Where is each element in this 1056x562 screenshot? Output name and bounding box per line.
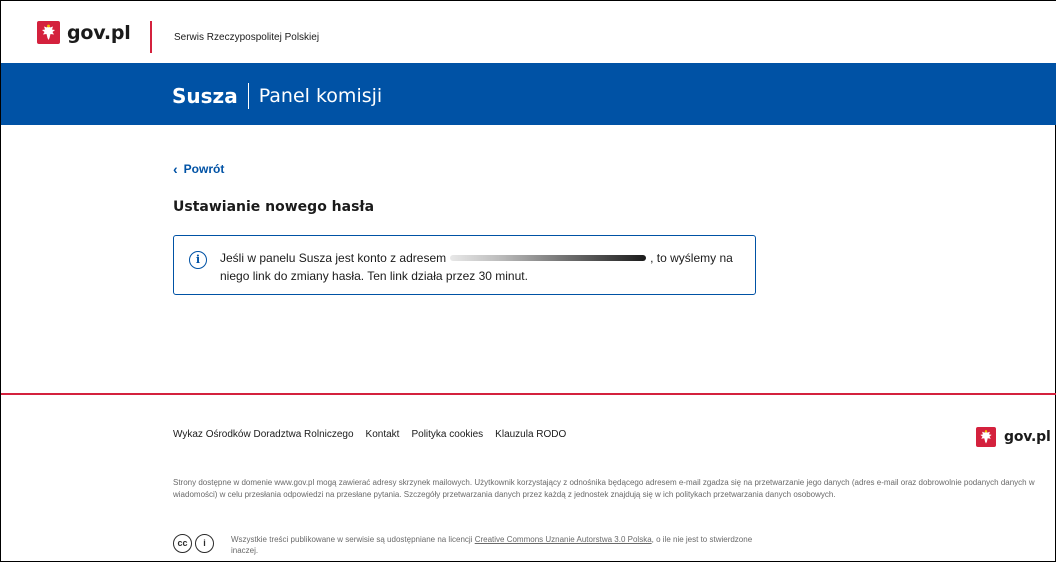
creative-commons-icon: cc — [173, 534, 192, 553]
footer-logo-text: gov.pl — [1004, 429, 1051, 445]
gov-top-bar: gov.pl Serwis Rzeczypospolitej Polskiej — [1, 1, 1056, 63]
attribution-icon: i — [195, 534, 214, 553]
polish-eagle-icon — [37, 21, 60, 44]
back-link[interactable]: ‹ Powrót — [173, 162, 224, 176]
cc-icons: cc i — [173, 534, 214, 553]
footer-disclaimer: Strony dostępne w domenie www.gov.pl mog… — [173, 478, 1035, 499]
footer-link-odr[interactable]: Wykaz Ośrodków Doradztwa Rolniczego — [173, 429, 354, 440]
redacted-email — [450, 254, 647, 261]
back-label: Powrót — [183, 162, 225, 176]
gov-logo[interactable]: gov.pl — [37, 21, 131, 44]
footer-gov-logo[interactable]: gov.pl — [976, 427, 1051, 447]
footer-link-kontakt[interactable]: Kontakt — [366, 429, 400, 440]
license-link[interactable]: Creative Commons Uznanie Autorstwa 3.0 P… — [475, 535, 652, 544]
title-separator — [247, 83, 249, 109]
app-title[interactable]: Susza Panel komisji — [172, 83, 382, 109]
alert-message: Jeśli w panelu Susza jest konto z adrese… — [220, 249, 740, 285]
info-icon: i — [189, 251, 207, 269]
license-notice: cc i Wszystkie treści publikowane w serw… — [173, 534, 771, 556]
chevron-left-icon: ‹ — [173, 161, 178, 177]
footer-link-cookies[interactable]: Polityka cookies — [411, 429, 483, 440]
footer-links: Wykaz Ośrodków Doradztwa Rolniczego Kont… — [173, 429, 566, 440]
page-title: Ustawianie nowego hasła — [173, 199, 375, 215]
license-text: Wszystkie treści publikowane w serwisie … — [231, 534, 771, 556]
alert-text-before: Jeśli w panelu Susza jest konto z adrese… — [220, 251, 447, 265]
app-header: Susza Panel komisji — [1, 63, 1056, 125]
footer-link-rodo[interactable]: Klauzula RODO — [495, 429, 566, 440]
gov-logo-text: gov.pl — [67, 21, 131, 44]
app-name: Susza — [172, 84, 238, 108]
serwis-label: Serwis Rzeczypospolitej Polskiej — [174, 32, 320, 43]
panel-name: Panel komisji — [258, 85, 383, 107]
footer-divider — [1, 393, 1056, 395]
polish-eagle-icon — [976, 427, 996, 447]
top-divider — [150, 21, 152, 53]
license-text-before: Wszystkie treści publikowane w serwisie … — [231, 535, 473, 544]
info-alert: i Jeśli w panelu Susza jest konto z adre… — [173, 235, 756, 295]
